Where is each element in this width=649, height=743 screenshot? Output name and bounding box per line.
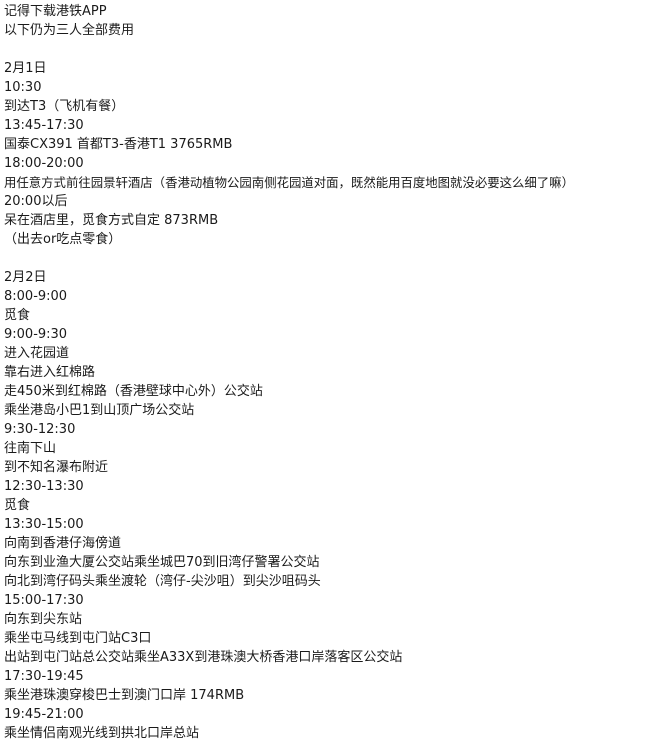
text-line: 用任意方式前往园景轩酒店（香港动植物公园南侧花园道对面，既然能用百度地图就没必要…	[4, 175, 574, 190]
time-range: 20:00以后	[4, 194, 68, 209]
time-range: 12:30-13:30	[4, 479, 84, 494]
text-line: 记得下载港铁APP	[4, 4, 107, 19]
text-line: 以下仍为三人全部费用	[4, 23, 135, 38]
text-line: 乘坐港珠澳穿梭巴士到澳门口岸 174RMB	[4, 688, 245, 703]
text-line: 向北到湾仔码头乘坐渡轮（湾仔-尖沙咀）到尖沙咀码头	[4, 574, 321, 589]
text-line: （出去or吃点零食）	[4, 232, 122, 247]
text-line: 呆在酒店里，觅食方式自定 873RMB	[4, 213, 219, 228]
text-line: 觅食	[4, 308, 31, 323]
time-range: 17:30-19:45	[4, 669, 84, 684]
time-range: 9:00-9:30	[4, 327, 68, 342]
time-range: 13:30-15:00	[4, 517, 84, 532]
date-heading: 2月2日	[4, 270, 47, 285]
date-heading: 2月1日	[4, 61, 47, 76]
text-line: 乘坐情侣南观光线到拱北口岸总站	[4, 726, 200, 741]
text-line: 乘坐屯马线到屯门站C3口	[4, 631, 152, 646]
time-range: 8:00-9:00	[4, 289, 68, 304]
time-range: 10:30	[4, 80, 42, 95]
document-body: 记得下载港铁APP 以下仍为三人全部费用 2月1日 10:30 到达T3（飞机有…	[0, 0, 649, 742]
text-line: 乘坐港岛小巴1到山顶广场公交站	[4, 403, 195, 418]
text-line: 走450米到红棉路（香港壁球中心外）公交站	[4, 384, 263, 399]
time-range: 18:00-20:00	[4, 156, 84, 171]
text-line: 国泰CX391 首都T3-香港T1 3765RMB	[4, 137, 233, 152]
time-range: 13:45-17:30	[4, 118, 84, 133]
text-line: 出站到屯门站总公交站乘坐A33X到港珠澳大桥香港口岸落客区公交站	[4, 650, 403, 665]
text-line: 向东到业渔大厦公交站乘坐城巴70到旧湾仔警署公交站	[4, 555, 320, 570]
time-range: 9:30-12:30	[4, 422, 76, 437]
text-line: 到达T3（飞机有餐）	[4, 99, 125, 114]
text-line: 向东到尖东站	[4, 612, 83, 627]
text-line: 往南下山	[4, 441, 57, 456]
text-line: 觅食	[4, 498, 31, 513]
text-line: 靠右进入红棉路	[4, 365, 96, 380]
text-line: 进入花园道	[4, 346, 70, 361]
time-range: 19:45-21:00	[4, 707, 84, 722]
text-line: 向南到香港仔海傍道	[4, 536, 122, 551]
text-line: 到不知名瀑布附近	[4, 460, 109, 475]
time-range: 15:00-17:30	[4, 593, 84, 608]
